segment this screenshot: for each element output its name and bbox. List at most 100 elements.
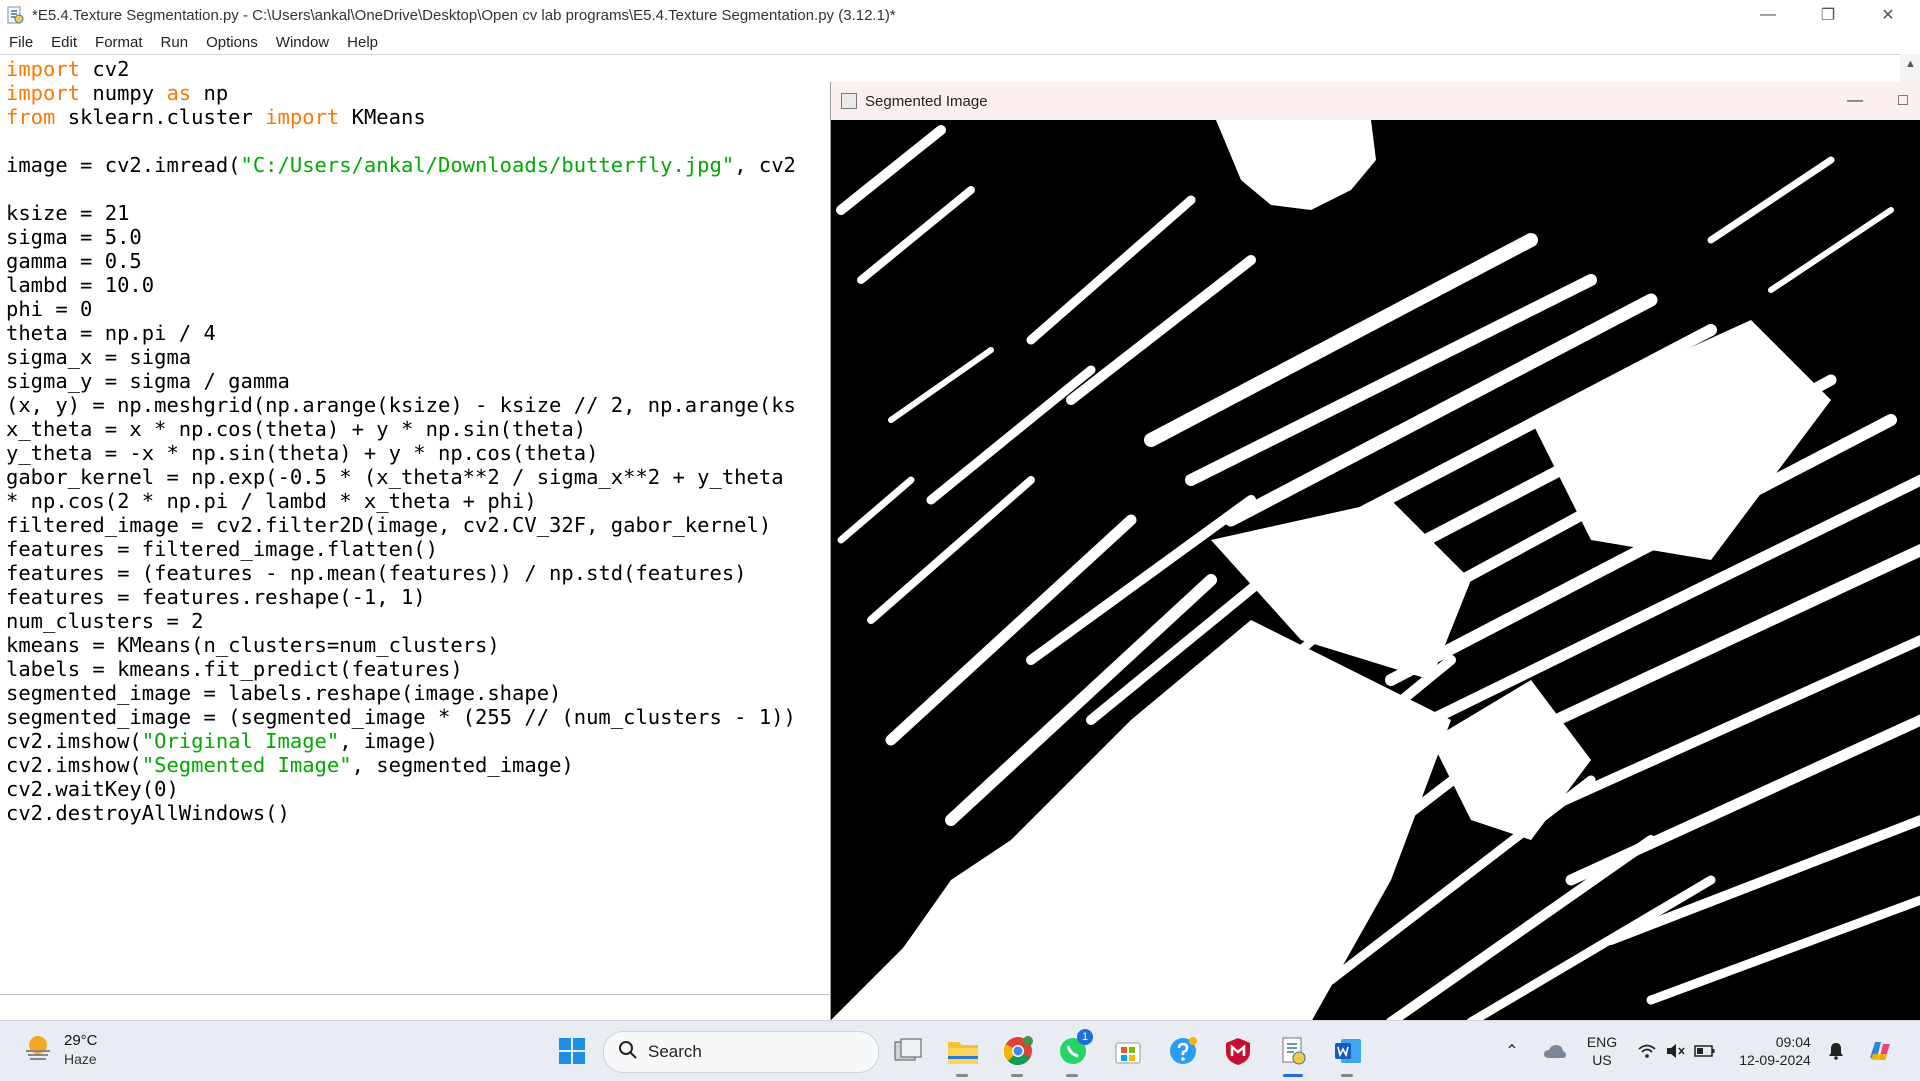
editor-title-bar: *E5.4.Texture Segmentation.py - C:\Users… (0, 0, 1920, 30)
clock[interactable]: 09:04 12-09-2024 (1730, 1021, 1820, 1081)
python-file-icon (6, 6, 24, 24)
segmented-image (831, 120, 1920, 1022)
code-line[interactable]: theta = np.pi / 4 (6, 321, 796, 345)
code-token: import (265, 105, 340, 129)
code-token: cv2.imshow( (6, 753, 142, 777)
menu-format[interactable]: Format (86, 34, 152, 51)
search-icon (618, 1040, 638, 1065)
menu-file[interactable]: File (0, 34, 42, 51)
scroll-up-icon[interactable]: ▲ (1905, 58, 1916, 70)
onedrive-cloud-icon[interactable] (1540, 1021, 1570, 1081)
code-line[interactable]: gabor_kernel = np.exp(-0.5 * (x_theta**2… (6, 465, 796, 489)
segmented-image-window[interactable]: Segmented Image — □ (830, 82, 1920, 1022)
code-line[interactable]: (x, y) = np.meshgrid(np.arange(ksize) - … (6, 393, 796, 417)
code-line[interactable]: import cv2 (6, 57, 796, 81)
code-line[interactable]: cv2.waitKey(0) (6, 777, 796, 801)
code-line[interactable]: sigma_x = sigma (6, 345, 796, 369)
word-icon[interactable] (1330, 1033, 1366, 1069)
weather-widget[interactable]: 29°C Haze (22, 1031, 98, 1068)
code-line[interactable]: y_theta = -x * np.sin(theta) + y * np.co… (6, 441, 796, 465)
wifi-icon[interactable] (1634, 1021, 1660, 1081)
taskbar: 29°C Haze Search 1 ⌃ ENG US 09:04 12-09-… (0, 1020, 1920, 1081)
menu-help[interactable]: Help (338, 34, 387, 51)
minimize-button[interactable]: — (1738, 0, 1798, 30)
code-line[interactable]: features = features.reshape(-1, 1) (6, 585, 796, 609)
idle-active-indicator (1283, 1074, 1303, 1077)
code-line[interactable]: segmented_image = (segmented_image * (25… (6, 705, 796, 729)
code-line[interactable]: image = cv2.imread("C:/Users/ankal/Downl… (6, 153, 796, 177)
code-token: features = features.reshape(-1, 1) (6, 585, 426, 609)
code-line[interactable]: import numpy as np (6, 81, 796, 105)
taskbar-search[interactable]: Search (603, 1031, 879, 1073)
code-token: sigma_y = sigma / gamma (6, 369, 290, 393)
code-token: "Segmented Image" (141, 753, 352, 777)
code-token: import (6, 81, 81, 105)
chrome-icon[interactable] (1000, 1033, 1036, 1069)
code-token: image = cv2.imread( (6, 153, 241, 177)
code-line[interactable]: cv2.destroyAllWindows() (6, 801, 796, 825)
code-line[interactable]: x_theta = x * np.cos(theta) + y * np.sin… (6, 417, 796, 441)
code-line[interactable]: sigma = 5.0 (6, 225, 796, 249)
microsoft-store-icon[interactable] (1110, 1033, 1146, 1069)
code-line[interactable]: gamma = 0.5 (6, 249, 796, 273)
windows-start-icon[interactable] (554, 1033, 590, 1069)
show-hidden-icons-chevron-icon[interactable]: ⌃ (1500, 1021, 1524, 1081)
explorer-running-indicator (956, 1074, 968, 1077)
code-token: features = filtered_image.flatten() (6, 537, 438, 561)
code-token: "Original Image" (141, 729, 340, 753)
code-token: (x, y) = np.meshgrid(np.arange(ksize) - … (6, 393, 796, 417)
cv-minimize-button[interactable]: — (1832, 82, 1878, 120)
whatsapp-icon[interactable]: 1 (1055, 1029, 1093, 1069)
word-running-indicator (1341, 1074, 1353, 1077)
code-line[interactable]: kmeans = KMeans(n_clusters=num_clusters) (6, 633, 796, 657)
code-line[interactable]: phi = 0 (6, 297, 796, 321)
mcafee-icon[interactable] (1220, 1033, 1256, 1069)
code-line[interactable]: segmented_image = labels.reshape(image.s… (6, 681, 796, 705)
code-line[interactable]: from sklearn.cluster import KMeans (6, 105, 796, 129)
code-line[interactable]: lambd = 10.0 (6, 273, 796, 297)
code-line[interactable]: num_clusters = 2 (6, 609, 796, 633)
editor-bottom-border (0, 994, 830, 995)
code-token: num_clusters = 2 (6, 609, 204, 633)
language-code: ENG (1586, 1034, 1618, 1050)
code-line[interactable]: features = (features - np.mean(features)… (6, 561, 796, 585)
file-explorer-icon[interactable] (945, 1033, 981, 1069)
menu-edit[interactable]: Edit (42, 34, 86, 51)
cv-title-bar: Segmented Image — □ (831, 82, 1920, 120)
menu-window[interactable]: Window (267, 34, 338, 51)
cv-maximize-button[interactable]: □ (1880, 82, 1920, 120)
python-idle-icon[interactable] (1275, 1033, 1311, 1069)
code-token: ksize = 21 (6, 201, 130, 225)
menu-run[interactable]: Run (152, 34, 198, 51)
code-line[interactable]: cv2.imshow("Original Image", image) (6, 729, 796, 753)
copilot-icon[interactable] (1860, 1021, 1900, 1081)
code-line[interactable]: features = filtered_image.flatten() (6, 537, 796, 561)
code-text[interactable]: import cv2 import numpy as np from sklearn… (6, 57, 796, 825)
language-indicator[interactable]: ENG US (1578, 1021, 1626, 1081)
code-line[interactable] (6, 177, 796, 201)
volume-muted-icon[interactable] (1662, 1021, 1688, 1081)
whatsapp-running-indicator (1066, 1074, 1078, 1077)
haze-sun-icon (22, 1031, 54, 1068)
code-line[interactable] (6, 129, 796, 153)
code-line[interactable]: cv2.imshow("Segmented Image", segmented_… (6, 753, 796, 777)
code-line[interactable]: filtered_image = cv2.filter2D(image, cv2… (6, 513, 796, 537)
get-help-icon[interactable] (1165, 1033, 1201, 1069)
code-line[interactable]: sigma_y = sigma / gamma (6, 369, 796, 393)
code-token: , image) (339, 729, 438, 753)
code-token: sklearn.cluster (55, 105, 266, 129)
code-line[interactable]: * np.cos(2 * np.pi / lambd * x_theta + p… (6, 489, 796, 513)
window-title: *E5.4.Texture Segmentation.py - C:\Users… (32, 6, 896, 24)
code-token: gabor_kernel = np.exp(-0.5 * (x_theta**2… (6, 465, 784, 489)
notification-bell-icon[interactable] (1824, 1021, 1848, 1081)
code-line[interactable]: ksize = 21 (6, 201, 796, 225)
code-token: as (166, 81, 192, 105)
code-token: cv2 (80, 57, 130, 81)
menu-options[interactable]: Options (197, 34, 267, 51)
close-button[interactable]: ✕ (1858, 0, 1918, 30)
code-token: * np.cos(2 * np.pi / lambd * x_theta + p… (6, 489, 537, 513)
code-line[interactable]: labels = kmeans.fit_predict(features) (6, 657, 796, 681)
battery-icon[interactable] (1692, 1021, 1718, 1081)
task-view-icon[interactable] (890, 1033, 926, 1069)
restore-button[interactable]: ❐ (1798, 0, 1858, 30)
